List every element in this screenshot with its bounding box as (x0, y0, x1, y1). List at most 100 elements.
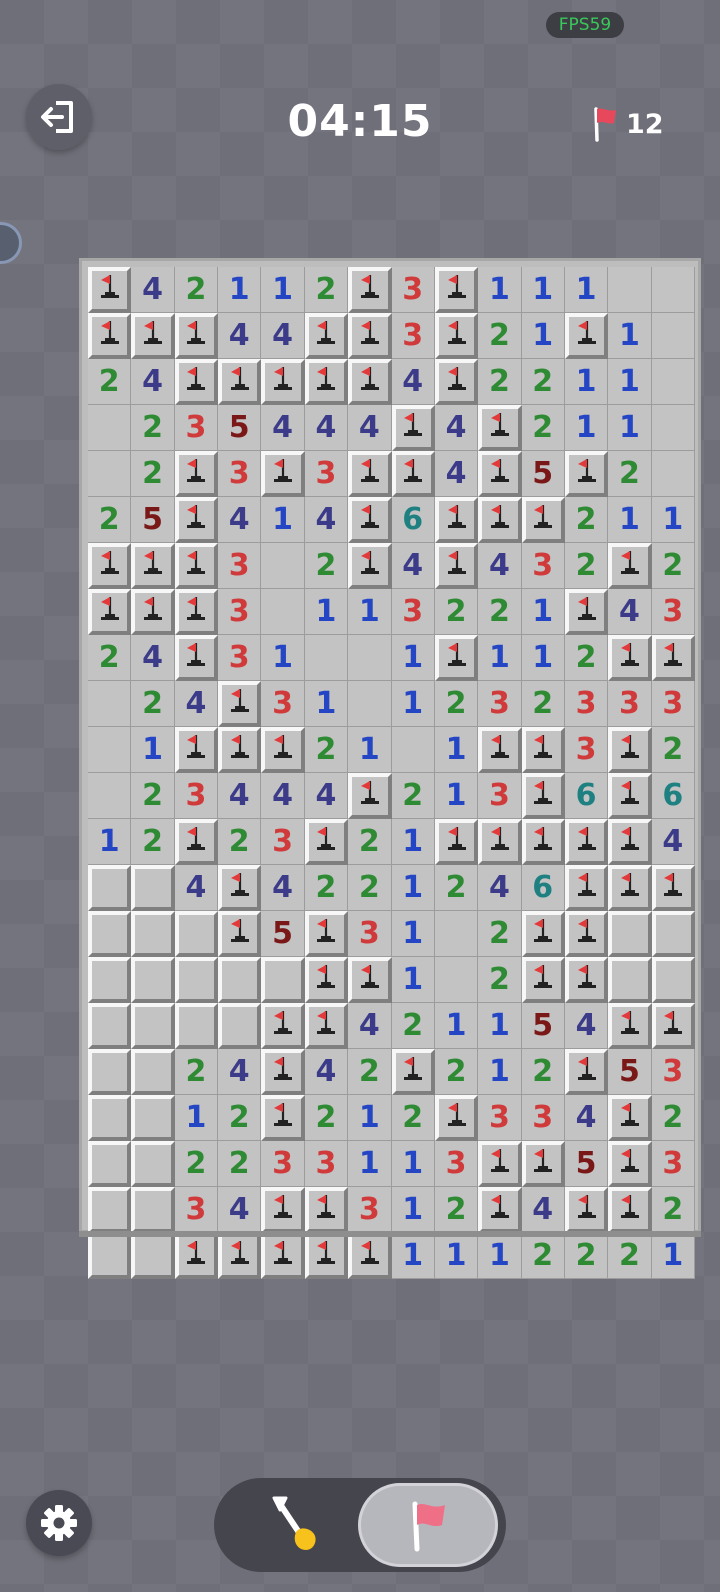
flagged-cell[interactable] (564, 911, 609, 957)
flagged-cell[interactable] (608, 773, 652, 819)
hidden-cell[interactable] (131, 1049, 175, 1095)
open-empty-cell[interactable] (651, 359, 695, 405)
flagged-cell[interactable] (478, 497, 522, 543)
flagged-cell[interactable] (261, 1049, 305, 1095)
hidden-cell[interactable] (174, 1003, 219, 1049)
number-cell[interactable]: 6 (564, 773, 609, 819)
number-cell[interactable]: 2 (131, 773, 175, 819)
flagged-cell[interactable] (348, 359, 392, 405)
flagged-cell[interactable] (348, 957, 392, 1003)
number-cell[interactable]: 1 (608, 313, 652, 359)
flagged-cell[interactable] (564, 1187, 609, 1233)
number-cell[interactable]: 2 (131, 451, 175, 497)
flagged-cell[interactable] (348, 543, 392, 589)
number-cell[interactable]: 2 (131, 405, 175, 451)
number-cell[interactable]: 4 (218, 1049, 262, 1095)
number-cell[interactable]: 5 (521, 1003, 565, 1049)
number-cell[interactable]: 3 (391, 589, 435, 635)
flagged-cell[interactable] (174, 313, 219, 359)
number-cell[interactable]: 3 (218, 451, 262, 497)
open-empty-cell[interactable] (88, 681, 132, 727)
hidden-cell[interactable] (131, 1141, 175, 1187)
number-cell[interactable]: 1 (608, 497, 652, 543)
flagged-cell[interactable] (521, 727, 565, 773)
number-cell[interactable]: 3 (261, 819, 305, 865)
flagged-cell[interactable] (218, 359, 262, 405)
number-cell[interactable]: 2 (174, 1049, 219, 1095)
number-cell[interactable]: 3 (174, 1187, 219, 1233)
number-cell[interactable]: 1 (478, 1049, 522, 1095)
number-cell[interactable]: 3 (651, 1049, 695, 1095)
number-cell[interactable]: 1 (521, 267, 565, 313)
number-cell[interactable]: 3 (218, 589, 262, 635)
number-cell[interactable]: 1 (348, 589, 392, 635)
number-cell[interactable]: 4 (174, 681, 219, 727)
number-cell[interactable]: 6 (651, 773, 695, 819)
open-empty-cell[interactable] (304, 635, 349, 681)
number-cell[interactable]: 1 (564, 405, 609, 451)
hidden-cell[interactable] (174, 911, 219, 957)
number-cell[interactable]: 1 (434, 1003, 479, 1049)
number-cell[interactable]: 4 (261, 405, 305, 451)
flagged-cell[interactable] (521, 497, 565, 543)
flagged-cell[interactable] (608, 1095, 652, 1141)
number-cell[interactable]: 1 (131, 727, 175, 773)
flagged-cell[interactable] (88, 589, 132, 635)
flagged-cell[interactable] (304, 1187, 349, 1233)
number-cell[interactable]: 4 (174, 865, 219, 911)
number-cell[interactable]: 1 (174, 1095, 219, 1141)
open-empty-cell[interactable] (261, 543, 305, 589)
number-cell[interactable]: 4 (564, 1003, 609, 1049)
flagged-cell[interactable] (261, 359, 305, 405)
open-empty-cell[interactable] (88, 773, 132, 819)
flagged-cell[interactable] (174, 589, 219, 635)
open-empty-cell[interactable] (88, 451, 132, 497)
number-cell[interactable]: 3 (521, 1095, 565, 1141)
hidden-cell[interactable] (88, 1233, 132, 1279)
hidden-cell[interactable] (88, 957, 132, 1003)
hidden-cell[interactable] (131, 1187, 175, 1233)
flagged-cell[interactable] (131, 543, 175, 589)
flagged-cell[interactable] (608, 543, 652, 589)
number-cell[interactable]: 4 (131, 359, 175, 405)
number-cell[interactable]: 2 (564, 1233, 609, 1279)
flagged-cell[interactable] (218, 681, 262, 727)
number-cell[interactable]: 3 (304, 1141, 349, 1187)
open-empty-cell[interactable] (391, 727, 435, 773)
number-cell[interactable]: 3 (348, 911, 392, 957)
flagged-cell[interactable] (348, 313, 392, 359)
number-cell[interactable]: 2 (478, 957, 522, 1003)
number-cell[interactable]: 2 (478, 313, 522, 359)
number-cell[interactable]: 3 (304, 451, 349, 497)
number-cell[interactable]: 2 (651, 543, 695, 589)
flagged-cell[interactable] (608, 1187, 652, 1233)
open-empty-cell[interactable] (651, 267, 695, 313)
number-cell[interactable]: 2 (434, 1187, 479, 1233)
open-empty-cell[interactable] (88, 727, 132, 773)
number-cell[interactable]: 3 (174, 405, 219, 451)
flagged-cell[interactable] (261, 727, 305, 773)
number-cell[interactable]: 5 (564, 1141, 609, 1187)
flagged-cell[interactable] (564, 1049, 609, 1095)
number-cell[interactable]: 2 (521, 359, 565, 405)
number-cell[interactable]: 1 (391, 681, 435, 727)
settings-button[interactable] (26, 1490, 92, 1556)
number-cell[interactable]: 4 (391, 359, 435, 405)
hidden-cell[interactable] (88, 1187, 132, 1233)
number-cell[interactable]: 4 (261, 773, 305, 819)
number-cell[interactable]: 2 (174, 267, 219, 313)
flagged-cell[interactable] (174, 359, 219, 405)
flagged-cell[interactable] (174, 451, 219, 497)
flagged-cell[interactable] (651, 1003, 695, 1049)
number-cell[interactable]: 2 (391, 773, 435, 819)
hidden-cell[interactable] (88, 1141, 132, 1187)
number-cell[interactable]: 1 (348, 727, 392, 773)
number-cell[interactable]: 3 (261, 681, 305, 727)
flagged-cell[interactable] (564, 865, 609, 911)
number-cell[interactable]: 1 (521, 635, 565, 681)
number-cell[interactable]: 2 (434, 589, 479, 635)
flagged-cell[interactable] (131, 589, 175, 635)
number-cell[interactable]: 1 (564, 267, 609, 313)
number-cell[interactable]: 2 (478, 589, 522, 635)
number-cell[interactable]: 3 (651, 589, 695, 635)
